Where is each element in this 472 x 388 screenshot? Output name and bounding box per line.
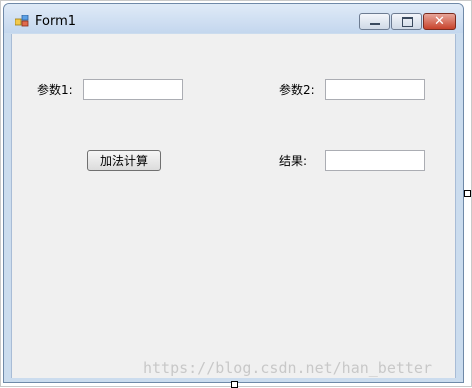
close-icon: ✕ <box>434 14 445 29</box>
add-calculate-button[interactable]: 加法计算 <box>87 150 161 171</box>
param1-label: 参数1: <box>37 83 73 97</box>
close-button[interactable]: ✕ <box>423 13 456 30</box>
minimize-button[interactable] <box>359 13 390 30</box>
resize-handle-right[interactable] <box>464 190 471 197</box>
form-window: Form1 ✕ 参数1: 参数2: 加法计算 结果: <box>3 3 464 383</box>
result-input[interactable] <box>325 150 425 171</box>
param2-input[interactable] <box>325 79 425 100</box>
title-bar[interactable]: Form1 ✕ <box>4 4 463 33</box>
maximize-button[interactable] <box>391 13 422 30</box>
watermark-text: https://blog.csdn.net/han_better <box>143 359 432 377</box>
param1-input[interactable] <box>83 79 183 100</box>
param2-label: 参数2: <box>279 83 315 97</box>
window-title: Form1 <box>35 14 77 29</box>
app-icon <box>15 15 29 27</box>
result-label: 结果: <box>279 154 308 168</box>
form-client-area: 参数1: 参数2: 加法计算 结果: <box>11 34 456 378</box>
